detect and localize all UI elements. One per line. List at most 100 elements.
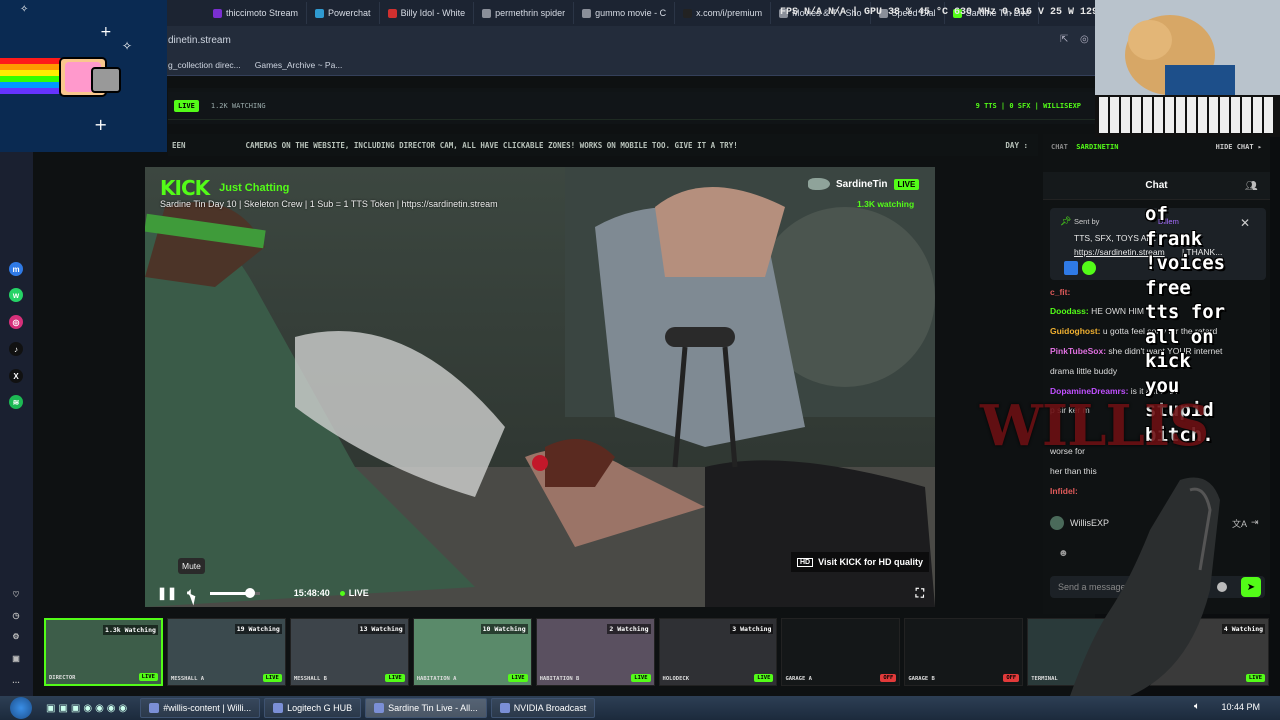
camera-watching: 13 Watching bbox=[357, 624, 405, 634]
logout-icon[interactable]: ⇥ bbox=[1251, 517, 1259, 528]
quick-launch-icons[interactable]: ▣▣▣◉◉◉◉ bbox=[46, 703, 130, 714]
camera-thumbnail[interactable]: 2 Watching HABITATION B LIVE bbox=[535, 618, 655, 686]
camera-watching: 2 Watching bbox=[607, 624, 651, 634]
kick-logo: KICK bbox=[160, 176, 210, 200]
chat-username[interactable]: Guidoghost: bbox=[1050, 326, 1101, 336]
camera-name: HABITATION A bbox=[416, 676, 457, 682]
camera-thumbnail[interactable]: 1.3k Watching DIRECTOR LIVE bbox=[44, 618, 163, 686]
send-button[interactable]: ➤ bbox=[1241, 577, 1261, 597]
user-avatar bbox=[1050, 516, 1064, 530]
taskbar-item[interactable]: Logitech G HUB bbox=[264, 698, 362, 718]
clock: 10:44 PM bbox=[1221, 702, 1260, 712]
live-indicator[interactable]: LIVE bbox=[339, 588, 369, 598]
mute-tooltip: Mute bbox=[178, 558, 205, 574]
close-pinned-icon[interactable]: ✕ bbox=[1240, 216, 1250, 230]
taskbar-item[interactable]: #willis-content | Willi... bbox=[140, 698, 261, 718]
camera-status: LIVE bbox=[262, 674, 282, 682]
chat-username[interactable]: PinkTubeSox: bbox=[1050, 346, 1106, 356]
nyan-cat-image: + ✧ + ✧ bbox=[0, 0, 167, 152]
tiktok-icon[interactable]: ♪ bbox=[9, 342, 23, 356]
camera-watching: 1.3k Watching bbox=[103, 625, 158, 635]
browser-tab[interactable]: permethrin spider bbox=[474, 2, 575, 24]
taskbar-item[interactable]: Sardine Tin Live - All... bbox=[365, 698, 487, 718]
bookmark-item[interactable]: Games_Archive ~ Pa... bbox=[255, 60, 343, 70]
browser-tab[interactable]: Powerchat bbox=[307, 2, 380, 24]
keyboard-cat-overlay bbox=[1095, 0, 1280, 137]
taskbar-item[interactable]: NVIDIA Broadcast bbox=[490, 698, 596, 718]
chat-username[interactable]: Doodass: bbox=[1050, 306, 1089, 316]
history-icon[interactable]: ◷ bbox=[9, 608, 23, 622]
tab-favicon-icon bbox=[213, 8, 222, 18]
viewer-count: 1.3K watching bbox=[857, 199, 915, 209]
camera-status: OFF bbox=[1003, 674, 1020, 682]
chat-username[interactable]: c_fit: bbox=[1050, 287, 1070, 297]
heart-icon[interactable]: ♡ bbox=[9, 587, 23, 601]
camera-thumbnail[interactable]: 19 Watching MESSHALL A LIVE bbox=[166, 618, 286, 686]
camera-thumbnail[interactable]: GARAGE B OFF bbox=[904, 618, 1024, 686]
extensions-icon[interactable]: ▣ bbox=[9, 651, 23, 665]
channel-box[interactable]: SardineTin LIVE bbox=[808, 178, 920, 190]
camera-thumbnail[interactable]: 13 Watching MESSHALL B LIVE bbox=[289, 618, 409, 686]
messenger-icon[interactable]: m bbox=[9, 262, 23, 276]
camera-watching: 3 Watching bbox=[730, 624, 774, 634]
stream-time: 15:48:40 bbox=[293, 588, 330, 598]
taskbar-item-label: Sardine Tin Live - All... bbox=[388, 703, 478, 713]
browser-tab[interactable]: Billy Idol - White bbox=[380, 2, 475, 24]
camera-status: OFF bbox=[880, 674, 897, 682]
users-icon[interactable]: 👥︎ bbox=[1245, 181, 1258, 192]
browser-sidebar: m w ◎ ♪ X ≋ ♡ ◷ ⚙ ▣ … bbox=[0, 76, 33, 696]
translate-icon[interactable]: 文A bbox=[1232, 517, 1247, 530]
chat-message: drama little buddy bbox=[1050, 366, 1117, 376]
channel-avatar bbox=[808, 178, 830, 190]
instagram-icon[interactable]: ◎ bbox=[9, 315, 23, 329]
tab-label: permethrin spider bbox=[495, 8, 566, 18]
overlay-line: frank bbox=[1145, 227, 1203, 250]
camera-name: GARAGE A bbox=[785, 676, 812, 682]
volume-slider[interactable] bbox=[209, 587, 260, 598]
camera-name: HABITATION B bbox=[539, 676, 580, 682]
start-button[interactable] bbox=[10, 697, 32, 719]
taskbar-app-icon bbox=[149, 703, 160, 713]
volume-tray-icon[interactable]: 🔈︎ bbox=[1194, 701, 1200, 712]
browser-tab[interactable]: gummo movie - C bbox=[574, 2, 676, 24]
volume-fill bbox=[209, 591, 250, 595]
category-link[interactable]: Just Chatting bbox=[219, 182, 289, 194]
status-strip: LIVE 1.2K WATCHING 9 TTS | 0 SFX | WILLI… bbox=[168, 92, 1095, 120]
player-header: KICK Just Chatting bbox=[160, 176, 289, 200]
settings-icon[interactable]: ⚙ bbox=[9, 629, 23, 643]
camera-thumbnail[interactable]: 10 Watching HABITATION A LIVE bbox=[412, 618, 532, 686]
svg-text:+: + bbox=[100, 24, 112, 40]
tab-label: x.com/i/premium bbox=[696, 8, 763, 18]
volume-knob[interactable] bbox=[244, 587, 255, 598]
hd-quality-button[interactable]: HD Visit KICK for HD quality bbox=[791, 552, 929, 572]
hide-chat-button[interactable]: HIDE CHAT ▸ bbox=[1216, 143, 1262, 151]
camera-status: LIVE bbox=[754, 674, 774, 682]
overlay-line: of bbox=[1145, 203, 1168, 225]
browser-tab[interactable]: thiccimoto Stream bbox=[205, 2, 308, 24]
fullscreen-icon[interactable]: ⛶ bbox=[916, 586, 924, 601]
bookmark-item[interactable]: g_collection direc... bbox=[168, 60, 241, 70]
video-player[interactable] bbox=[145, 167, 935, 607]
more-icon[interactable]: … bbox=[9, 673, 23, 687]
taskbar: ▣▣▣◉◉◉◉ #willis-content | Willi... Logite… bbox=[0, 696, 1280, 720]
keyboard-cat-image bbox=[1095, 0, 1280, 137]
pin-icon: 📌︎ bbox=[1060, 216, 1072, 226]
camera-thumbnail[interactable]: 3 Watching HOLODECK LIVE bbox=[658, 618, 778, 686]
pause-icon[interactable]: ❚❚ bbox=[157, 586, 177, 600]
channel-name[interactable]: SardineTin bbox=[836, 179, 888, 190]
camera-icon[interactable]: ◎ bbox=[1080, 34, 1089, 45]
browser-tab[interactable]: x.com/i/premium bbox=[675, 2, 772, 24]
camera-status: LIVE bbox=[385, 674, 405, 682]
performance-overlay: FPS N/A N/A | GPU 38 % 45 °C 630 MHz 0.9… bbox=[780, 7, 1129, 18]
share-icon[interactable]: ⇱ bbox=[1060, 34, 1068, 45]
address-text[interactable]: dinetin.stream bbox=[168, 35, 231, 46]
camera-thumbnail[interactable]: GARAGE A OFF bbox=[781, 618, 901, 686]
x-icon[interactable]: X bbox=[9, 369, 23, 383]
nyan-cat-overlay: + ✧ + ✧ bbox=[0, 0, 167, 152]
whatsapp-icon[interactable]: w bbox=[9, 288, 23, 302]
emote-icon[interactable]: ☻ bbox=[1058, 548, 1069, 559]
channel-live-badge: LIVE bbox=[893, 178, 920, 190]
taskbar-item-label: NVIDIA Broadcast bbox=[513, 703, 587, 713]
tab-label: thiccimoto Stream bbox=[226, 8, 299, 18]
spotify-icon[interactable]: ≋ bbox=[9, 395, 23, 409]
